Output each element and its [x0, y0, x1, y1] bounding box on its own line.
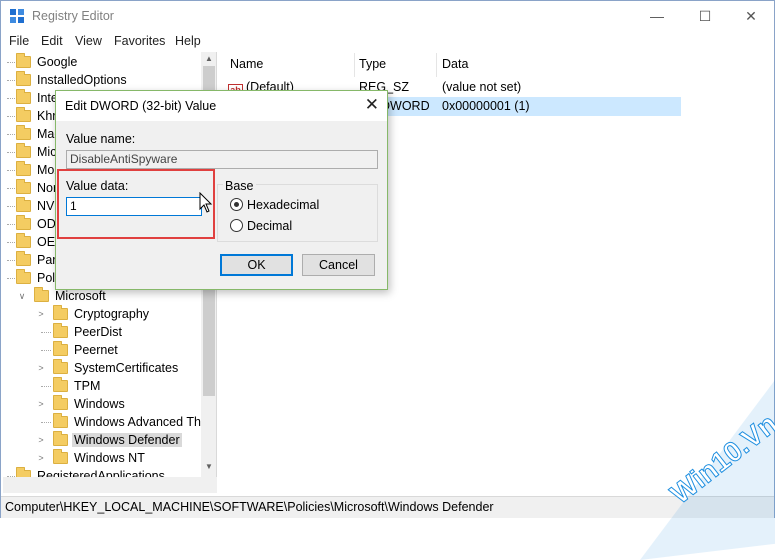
window-title: Registry Editor — [32, 9, 114, 23]
title-bar: Registry Editor — ☐ ✕ — [1, 1, 774, 32]
hexadecimal-radio[interactable]: Hexadecimal — [230, 198, 319, 212]
menu-favorites[interactable]: Favorites — [114, 34, 165, 48]
folder-icon — [16, 179, 31, 194]
menu-view[interactable]: View — [75, 34, 102, 48]
folder-icon — [16, 125, 31, 140]
cancel-button[interactable]: Cancel — [302, 254, 375, 276]
folder-icon — [53, 449, 68, 464]
dialog-close-icon[interactable]: ✕ — [365, 95, 379, 115]
chevron-right-icon[interactable]: > — [36, 305, 46, 323]
menu-file[interactable]: File — [9, 34, 29, 48]
close-button[interactable]: ✕ — [728, 1, 774, 31]
folder-icon — [53, 305, 68, 320]
folder-icon — [16, 251, 31, 266]
folder-icon — [16, 161, 31, 176]
radio-selected-icon — [230, 198, 243, 211]
folder-icon — [16, 215, 31, 230]
maximize-button[interactable]: ☐ — [682, 1, 728, 31]
base-label: Base — [223, 179, 256, 193]
minimize-button[interactable]: — — [634, 1, 680, 31]
folder-icon — [53, 431, 68, 446]
value-name-label: Value name: — [66, 132, 136, 146]
status-path: Computer\HKEY_LOCAL_MACHINE\SOFTWARE\Pol… — [5, 500, 494, 514]
chevron-right-icon[interactable]: > — [36, 359, 46, 377]
chevron-right-icon[interactable]: > — [36, 449, 46, 467]
folder-icon — [16, 269, 31, 284]
dialog-title: Edit DWORD (32-bit) Value — [65, 99, 217, 113]
folder-icon — [53, 377, 68, 392]
value-name-field: DisableAntiSpyware — [66, 150, 378, 169]
menu-edit[interactable]: Edit — [41, 34, 63, 48]
registry-editor-app-icon — [10, 9, 25, 24]
highlight-annotation-box — [57, 169, 215, 239]
ok-button[interactable]: OK — [220, 254, 293, 276]
dialog-title-bar: Edit DWORD (32-bit) Value ✕ — [56, 91, 387, 121]
folder-icon — [16, 143, 31, 158]
mouse-cursor-icon — [199, 192, 213, 213]
folder-icon — [53, 341, 68, 356]
folder-icon — [53, 395, 68, 410]
folder-icon — [16, 107, 31, 122]
column-header-name[interactable]: Name — [230, 57, 263, 71]
menu-bar: File Edit View Favorites Help — [1, 32, 774, 52]
folder-icon — [53, 359, 68, 374]
folder-icon — [53, 413, 68, 428]
radio-unselected-icon — [230, 219, 243, 232]
column-header-data[interactable]: Data — [442, 57, 468, 71]
scroll-up-arrow-icon[interactable]: ▲ — [201, 52, 216, 66]
folder-icon — [16, 89, 31, 104]
chevron-right-icon[interactable]: > — [36, 431, 46, 449]
chevron-right-icon[interactable]: > — [36, 395, 46, 413]
status-bar: Computer\HKEY_LOCAL_MACHINE\SOFTWARE\Pol… — [1, 496, 774, 518]
folder-icon — [16, 467, 31, 477]
decimal-radio[interactable]: Decimal — [230, 219, 292, 233]
folder-icon — [16, 197, 31, 212]
column-header-type[interactable]: Type — [359, 57, 386, 71]
folder-icon — [16, 53, 31, 68]
scroll-down-arrow-icon[interactable]: ▼ — [201, 460, 216, 474]
folder-icon — [16, 233, 31, 248]
menu-help[interactable]: Help — [175, 34, 201, 48]
tree-horizontal-scrollbar[interactable] — [3, 477, 217, 493]
folder-icon — [34, 287, 49, 302]
folder-icon — [16, 71, 31, 86]
chevron-down-icon[interactable]: ∨ — [17, 287, 27, 305]
folder-icon — [53, 323, 68, 338]
